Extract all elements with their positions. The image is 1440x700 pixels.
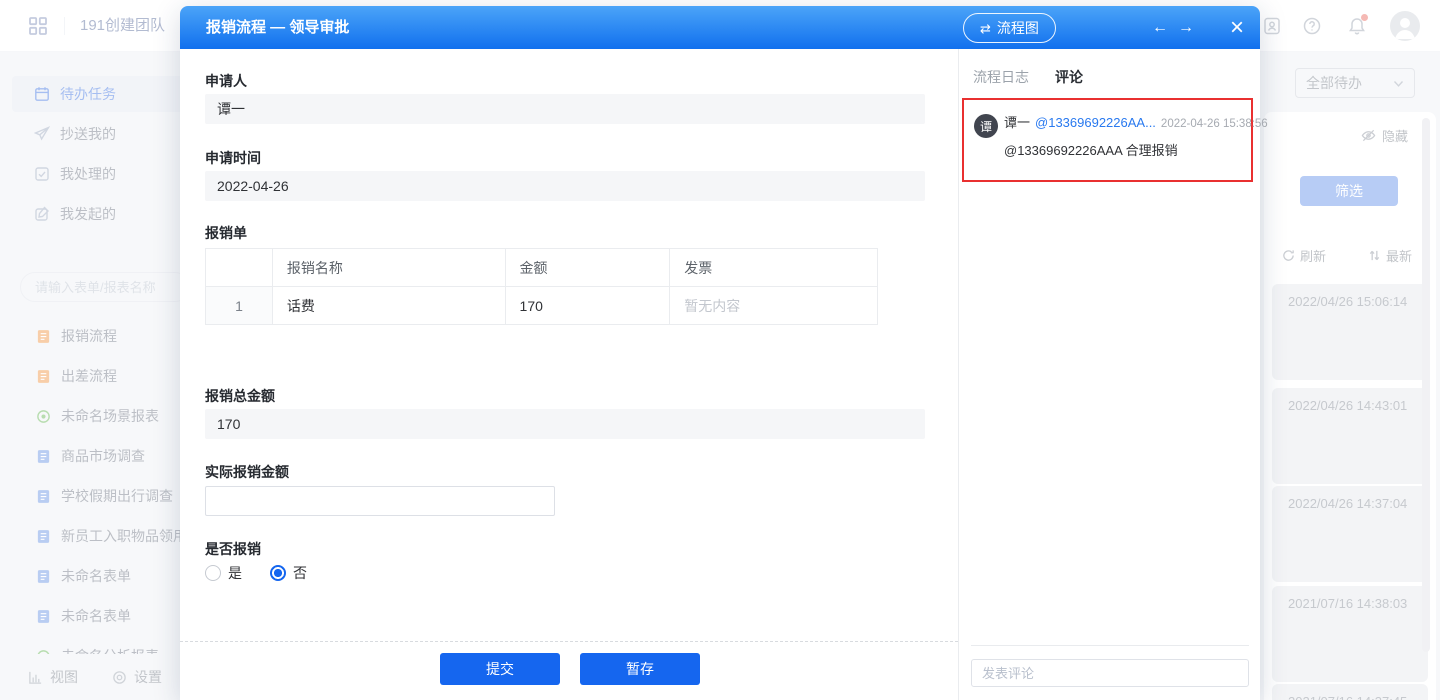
reimburse-question-label: 是否报销 — [205, 539, 261, 557]
radio-no-circle — [270, 565, 286, 581]
modal-header: 报销流程 — 领导审批 ⇄ 流程图 ← → × — [180, 6, 1260, 49]
total-amount-label: 报销总金额 — [205, 386, 275, 404]
tab-process-log[interactable]: 流程日志 — [973, 67, 1029, 87]
process-panel: 流程日志 评论 谭 谭一 @13369692226AA... 2022-04-2… — [958, 49, 1260, 700]
radio-yes-circle — [205, 565, 221, 581]
actual-amount-label: 实际报销金额 — [205, 462, 289, 480]
form-area: 申请人 谭一 申请时间 2022-04-26 报销单 报销名称 金额 发票 1 … — [180, 49, 958, 700]
applicant-label: 申请人 — [205, 71, 247, 89]
comment-head: 谭一 @13369692226AA... 2022-04-26 15:38:56 — [1004, 112, 1243, 131]
apply-date-field: 2022-04-26 — [205, 171, 925, 201]
comment-body: 谭一 @13369692226AA... 2022-04-26 15:38:56… — [1004, 112, 1243, 159]
close-icon[interactable]: × — [1222, 6, 1252, 49]
flowchart-label: 流程图 — [997, 18, 1039, 38]
cell-invoice-placeholder: 暂无内容 — [670, 287, 878, 325]
flow-icon: ⇄ — [980, 22, 991, 35]
prev-record-arrow-icon[interactable]: ← — [1152, 19, 1168, 37]
approval-modal: 报销流程 — 领导审批 ⇄ 流程图 ← → × 申请人 谭一 申请时间 2022… — [180, 6, 1260, 700]
radio-no[interactable]: 否 — [270, 563, 307, 583]
panel-tabs: 流程日志 评论 — [973, 67, 1083, 87]
comment-timestamp: 2022-04-26 15:38:56 — [1161, 118, 1268, 130]
comment-input-divider — [971, 645, 1249, 646]
tab-comments[interactable]: 评论 — [1055, 67, 1083, 87]
sheet-label: 报销单 — [205, 223, 247, 241]
radio-no-label: 否 — [293, 563, 307, 583]
table-row: 1 话费 170 暂无内容 — [206, 287, 878, 325]
radio-yes[interactable]: 是 — [205, 563, 242, 583]
header-name: 报销名称 — [272, 249, 505, 287]
reimburse-radio-group: 是 否 — [205, 563, 307, 583]
footer-divider — [180, 641, 958, 642]
reimburse-table: 报销名称 金额 发票 1 话费 170 暂无内容 — [205, 248, 878, 325]
radio-yes-label: 是 — [228, 563, 242, 583]
modal-title: 报销流程 — 领导审批 — [206, 6, 349, 49]
actual-amount-input[interactable] — [205, 486, 555, 516]
apply-date-label: 申请时间 — [205, 148, 261, 166]
applicant-field: 谭一 — [205, 94, 925, 124]
cell-name: 话费 — [272, 287, 505, 325]
comment-item-highlighted: 谭 谭一 @13369692226AA... 2022-04-26 15:38:… — [962, 98, 1253, 182]
comment-avatar: 谭 — [974, 114, 998, 138]
table-header-row: 报销名称 金额 发票 — [206, 249, 878, 287]
flowchart-button[interactable]: ⇄ 流程图 — [963, 13, 1056, 43]
header-invoice: 发票 — [670, 249, 878, 287]
next-record-arrow-icon[interactable]: → — [1178, 19, 1194, 37]
record-nav-arrows: ← → — [1152, 6, 1194, 49]
header-amount: 金额 — [505, 249, 670, 287]
comment-content: @13369692226AAA 合理报销 — [1004, 140, 1243, 159]
comment-mention-link[interactable]: @13369692226AA... — [1035, 115, 1156, 130]
total-amount-field: 170 — [205, 409, 925, 439]
comment-author: 谭一 — [1004, 112, 1030, 131]
cell-amount: 170 — [505, 287, 670, 325]
cell-index: 1 — [206, 287, 273, 325]
header-index — [206, 249, 273, 287]
comment-input[interactable] — [971, 659, 1249, 687]
submit-button[interactable]: 提交 — [440, 653, 560, 685]
save-draft-button[interactable]: 暂存 — [580, 653, 700, 685]
